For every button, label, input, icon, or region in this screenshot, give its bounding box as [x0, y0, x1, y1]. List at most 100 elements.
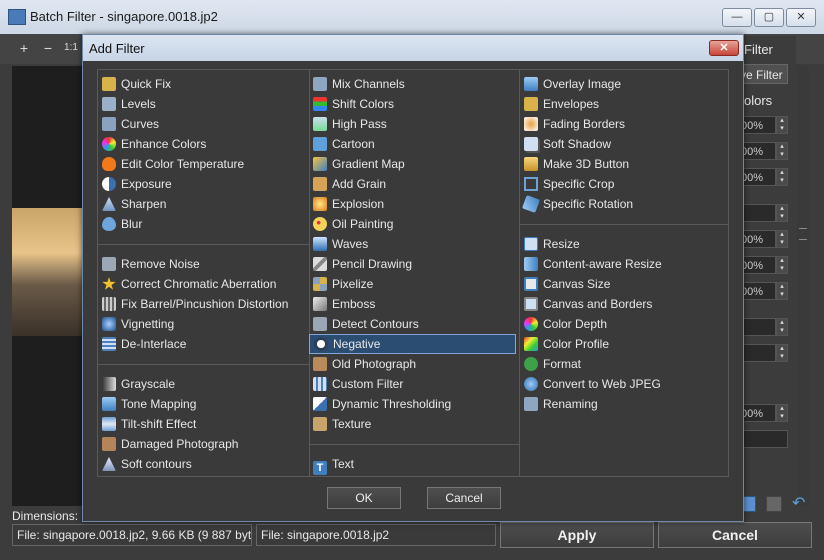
- window-title: Batch Filter - singapore.0018.jp2: [30, 9, 218, 24]
- spinner[interactable]: ▴ ▾: [776, 318, 788, 336]
- text-icon: T: [313, 461, 327, 475]
- filter-item-texture[interactable]: Texture: [313, 414, 371, 434]
- filter-item-detect-contours[interactable]: Detect Contours: [313, 314, 419, 334]
- filter-item-mix-channels[interactable]: Mix Channels: [313, 74, 405, 94]
- filter-item-custom-filter[interactable]: Custom Filter: [313, 374, 403, 394]
- dialog-close-button[interactable]: ✕: [709, 40, 739, 56]
- filter-item-edit-color-temperature[interactable]: Edit Color Temperature: [102, 154, 244, 174]
- filter-item-damaged-photograph[interactable]: Damaged Photograph: [102, 434, 238, 454]
- dialog-title: Add Filter: [89, 41, 145, 56]
- dialog-cancel-button[interactable]: Cancel: [427, 487, 501, 509]
- filter-item-text[interactable]: T Text: [313, 454, 354, 475]
- add-grain-icon: [313, 177, 327, 191]
- color-depth-icon: [524, 317, 538, 331]
- actual-size-icon[interactable]: 1:1: [62, 40, 80, 56]
- filter-item-soft-shadow[interactable]: Soft Shadow: [524, 134, 611, 154]
- zoom-out-icon[interactable]: −: [40, 40, 56, 56]
- app-icon: [8, 9, 26, 25]
- spinner[interactable]: ▴ ▾: [776, 282, 788, 300]
- dialog-titlebar: Add Filter ✕: [83, 35, 743, 61]
- minimize-button[interactable]: —: [722, 8, 752, 27]
- filter-item-soft-contours[interactable]: Soft contours: [102, 454, 192, 474]
- filter-item-grayscale[interactable]: Grayscale: [102, 374, 175, 394]
- vertical-scrollbar[interactable]: [797, 66, 809, 506]
- filter-item-pencil-drawing[interactable]: Pencil Drawing: [313, 254, 412, 274]
- filter-item-sharpen[interactable]: Sharpen: [102, 194, 166, 214]
- filter-item-shift-colors[interactable]: Shift Colors: [313, 94, 394, 114]
- filter-item-make-3d-button[interactable]: Make 3D Button: [524, 154, 629, 174]
- delete-icon[interactable]: [766, 496, 782, 512]
- spinner[interactable]: ▴ ▾: [776, 344, 788, 362]
- maximize-button[interactable]: ▢: [754, 8, 784, 27]
- filter-item-curves[interactable]: Curves: [102, 114, 159, 134]
- filter-item-color-profile[interactable]: Color Profile: [524, 334, 609, 354]
- apply-button[interactable]: Apply: [500, 522, 654, 548]
- filter-item-dynamic-thresholding[interactable]: Dynamic Thresholding: [313, 394, 451, 414]
- filter-item-renaming[interactable]: Renaming: [524, 394, 598, 414]
- filter-item-color-depth[interactable]: Color Depth: [524, 314, 607, 334]
- spinner[interactable]: ▴ ▾: [776, 230, 788, 248]
- filter-item-negative[interactable]: Negative: [309, 334, 516, 354]
- filter-item-gradient-map[interactable]: Gradient Map: [313, 154, 405, 174]
- filter-item-vignetting[interactable]: Vignetting: [102, 314, 174, 334]
- filter-item-canvas-and-borders[interactable]: Canvas and Borders: [524, 294, 652, 314]
- spinner[interactable]: ▴ ▾: [776, 116, 788, 134]
- fading-borders-icon: [524, 117, 538, 131]
- cancel-main-button[interactable]: Cancel: [658, 522, 812, 548]
- filter-item-specific-rotation[interactable]: Specific Rotation: [522, 194, 633, 214]
- ok-button[interactable]: OK: [327, 487, 401, 509]
- file-info-left: File: singapore.0018.jp2, 9.66 KB (9 887…: [12, 524, 252, 546]
- crop-icon: [524, 177, 538, 191]
- filter-item-canvas-size[interactable]: Canvas Size: [524, 274, 610, 294]
- filter-item-envelopes[interactable]: Envelopes: [524, 94, 599, 114]
- filter-item-format[interactable]: Format: [524, 354, 581, 374]
- spinner[interactable]: ▴ ▾: [776, 142, 788, 160]
- filter-item-quick-fix[interactable]: Quick Fix: [102, 74, 171, 94]
- quick-fix-icon: [102, 77, 116, 91]
- color-profile-icon: [524, 337, 538, 351]
- filter-item-convert-to-web-jpeg[interactable]: Convert to Web JPEG: [524, 374, 661, 394]
- 3d-button-icon: [524, 157, 538, 171]
- renaming-icon: [524, 397, 538, 411]
- filter-item-fading-borders[interactable]: Fading Borders: [524, 114, 625, 134]
- colors-dropdown-label[interactable]: olors: [744, 93, 772, 108]
- filter-item-de-interlace[interactable]: De-Interlace: [102, 334, 186, 354]
- filter-item-remove-noise[interactable]: Remove Noise: [102, 254, 200, 274]
- filter-item-fix-barrel-distortion[interactable]: Fix Barrel/Pincushion Distortion: [102, 294, 288, 314]
- filter-item-tilt-shift[interactable]: Tilt-shift Effect: [102, 414, 196, 434]
- filter-item-content-aware-resize[interactable]: Content-aware Resize: [524, 254, 662, 274]
- filter-item-explosion[interactable]: Explosion: [313, 194, 384, 214]
- mode-dropdown[interactable]: [738, 430, 788, 448]
- filter-dropdown-label[interactable]: Filter: [744, 42, 773, 57]
- filter-item-enhance-colors[interactable]: Enhance Colors: [102, 134, 206, 154]
- filter-item-resize[interactable]: Resize: [524, 234, 580, 254]
- filter-item-add-grain[interactable]: Add Grain: [313, 174, 386, 194]
- filter-item-high-pass[interactable]: High Pass: [313, 114, 387, 134]
- spinner[interactable]: ▴ ▾: [776, 168, 788, 186]
- filter-item-exposure[interactable]: Exposure: [102, 174, 172, 194]
- preview-image: [12, 208, 86, 336]
- spinner[interactable]: ▴ ▾: [776, 256, 788, 274]
- filter-item-old-photograph[interactable]: Old Photograph: [313, 354, 416, 374]
- spinner[interactable]: ▴ ▾: [776, 204, 788, 222]
- scrollbar-grip[interactable]: [799, 228, 807, 240]
- filter-item-cartoon[interactable]: Cartoon: [313, 134, 375, 154]
- close-window-button[interactable]: ✕: [786, 8, 816, 27]
- filter-item-overlay-image[interactable]: Overlay Image: [524, 74, 621, 94]
- filter-item-emboss[interactable]: Emboss: [313, 294, 375, 314]
- file-info-right: File: singapore.0018.jp2: [256, 524, 496, 546]
- filter-item-specific-crop[interactable]: Specific Crop: [524, 174, 614, 194]
- filter-item-correct-chromatic-aberration[interactable]: Correct Chromatic Aberration: [102, 274, 276, 294]
- zoom-in-icon[interactable]: +: [16, 40, 32, 56]
- filter-item-tone-mapping[interactable]: Tone Mapping: [102, 394, 196, 414]
- filter-item-oil-painting[interactable]: Oil Painting: [313, 214, 393, 234]
- spinner[interactable]: ▴ ▾: [776, 404, 788, 422]
- web-jpeg-icon: [524, 377, 538, 391]
- filter-item-waves[interactable]: Waves: [313, 234, 368, 254]
- filter-item-blur[interactable]: Blur: [102, 214, 142, 234]
- dimensions-label: Dimensions:: [12, 509, 79, 523]
- filter-item-levels[interactable]: Levels: [102, 94, 156, 114]
- undo-icon[interactable]: ↶: [792, 496, 808, 512]
- emboss-icon: [313, 297, 327, 311]
- filter-item-pixelize[interactable]: Pixelize: [313, 274, 373, 294]
